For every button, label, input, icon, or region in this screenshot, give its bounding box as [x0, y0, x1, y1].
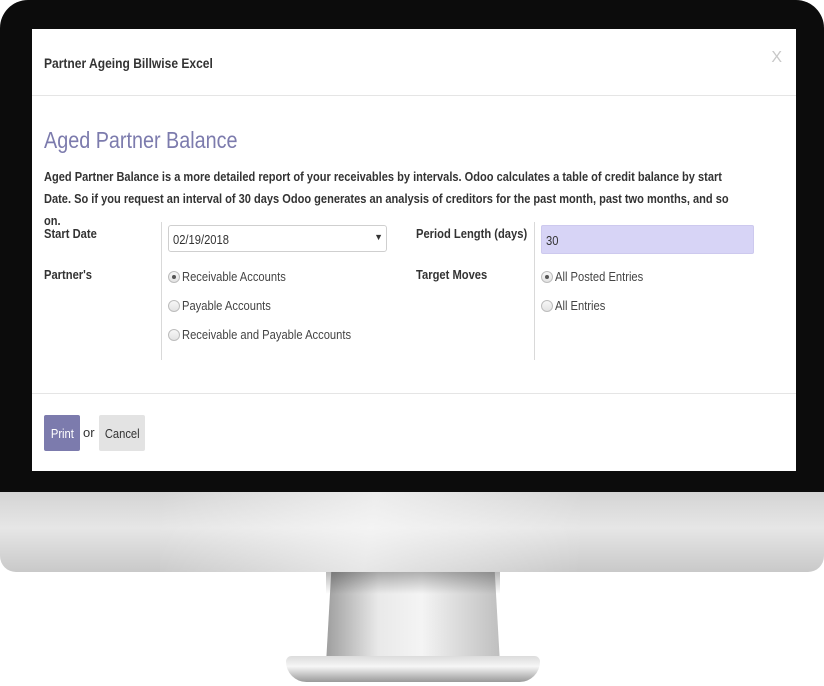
print-button[interactable]: Print: [44, 415, 80, 451]
screen: Partner Ageing Billwise Excel X Aged Par…: [32, 29, 796, 471]
right-column-divider: [534, 222, 535, 360]
target-moves-label: Target Moves: [416, 267, 488, 282]
partner-option-label: Receivable and Payable Accounts: [182, 327, 352, 342]
form-description: Aged Partner Balance is a more detailed …: [44, 169, 729, 228]
monitor-stand-shadow: [326, 572, 500, 594]
cancel-button[interactable]: Cancel: [99, 415, 145, 451]
period-length-label: Period Length (days): [416, 226, 528, 241]
radio-unselected-icon: [168, 329, 180, 341]
radio-selected-icon: [168, 271, 180, 283]
close-icon[interactable]: X: [771, 49, 782, 67]
or-separator-text: or: [83, 425, 95, 440]
dialog-title: Partner Ageing Billwise Excel: [44, 55, 213, 71]
partners-label: Partner's: [44, 267, 93, 282]
start-date-label: Start Date: [44, 226, 97, 241]
chevron-down-icon: ▼: [374, 232, 383, 242]
cancel-button-label: Cancel: [104, 425, 140, 441]
start-date-value: 02/19/2018: [173, 232, 229, 247]
period-length-input[interactable]: 30: [541, 225, 754, 254]
radio-unselected-icon: [168, 300, 180, 312]
period-length-value: 30: [546, 233, 559, 248]
partner-option-label: Payable Accounts: [182, 298, 271, 313]
print-button-label: Print: [50, 425, 74, 441]
partner-option-label: Receivable Accounts: [182, 269, 286, 284]
dialog-header: Partner Ageing Billwise Excel X: [32, 29, 796, 96]
target-move-option-label: All Posted Entries: [555, 269, 644, 284]
radio-unselected-icon: [541, 300, 553, 312]
radio-selected-icon: [541, 271, 553, 283]
target-move-option-label: All Entries: [555, 298, 606, 313]
left-column-divider: [161, 222, 162, 360]
form-title: Aged Partner Balance: [44, 127, 238, 153]
monitor-stand-base: [286, 656, 540, 682]
monitor-chin-highlight: [160, 492, 580, 572]
start-date-select[interactable]: 02/19/2018 ▼: [168, 225, 387, 252]
footer-divider: [32, 393, 796, 394]
